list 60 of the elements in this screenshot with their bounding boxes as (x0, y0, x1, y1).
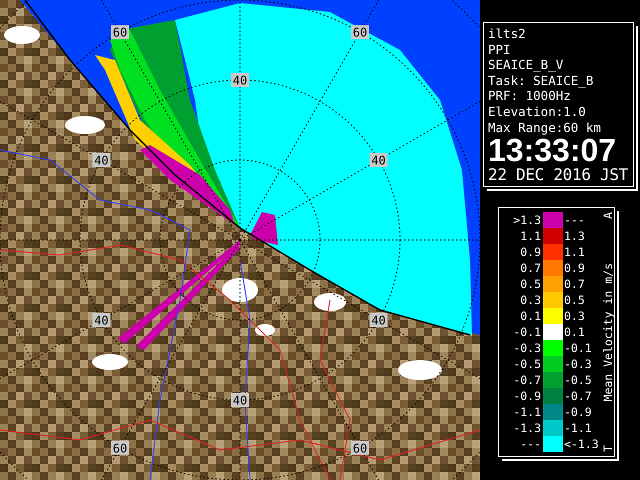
clutter-patch (314, 293, 346, 311)
clutter-patch (65, 116, 105, 134)
info-line: Max Range:60 km (488, 120, 602, 136)
legend-mark: T (602, 445, 615, 452)
range-label: 40 (370, 153, 388, 168)
legend-label: --- (563, 213, 586, 228)
info-line: ilts2 (488, 26, 527, 42)
clutter-patch (255, 324, 275, 336)
legend-label: -0.7 (512, 373, 542, 388)
legend-label: 0.9 (563, 261, 586, 276)
info-line: Elevation:1.0 (488, 104, 587, 120)
legend-label: -0.9 (563, 405, 593, 420)
legend-label: 0.5 (563, 293, 586, 308)
legend-label: <-1.3 (563, 437, 600, 452)
legend-label: >1.3 (512, 213, 542, 228)
legend-label: 0.1 (563, 325, 586, 340)
range-label: 60 (351, 440, 369, 456)
time-display: 13:33:07 (488, 135, 616, 166)
legend-label: 0.9 (519, 245, 542, 260)
legend-label: -1.3 (512, 421, 542, 436)
legend-label: -0.1 (512, 325, 542, 340)
clutter-patch (92, 354, 128, 370)
range-label: 40 (370, 313, 388, 328)
range-label: 40 (231, 73, 249, 88)
legend-label: 0.1 (519, 309, 542, 324)
legend-mark: A (602, 212, 615, 220)
legend-label: 0.3 (519, 293, 542, 308)
legend-label: 0.3 (563, 309, 586, 324)
range-label: 40 (92, 313, 110, 328)
info-line: SEAICE_B_V (488, 57, 564, 73)
clutter-patch (222, 278, 258, 302)
legend-label: -1.1 (563, 421, 593, 436)
range-label: 40 (231, 393, 249, 408)
date-display: 22 DEC 2016 JST (488, 165, 629, 186)
info-line: PRF: 1000Hz (488, 88, 572, 104)
legend-label: 0.7 (563, 277, 586, 292)
range-label: 60 (111, 25, 129, 40)
legend-label: 1.3 (563, 229, 586, 244)
legend-title: Mean Velocity in m/s (602, 262, 615, 402)
range-label: 60 (111, 440, 129, 456)
legend-label: 1.1 (519, 229, 542, 244)
clutter-patch (4, 26, 40, 44)
legend-label: --- (519, 437, 542, 452)
clutter-patch (398, 360, 442, 380)
legend-label: -0.5 (512, 357, 542, 372)
info-line: Task: SEAICE_B (488, 72, 594, 88)
legend-label: -0.5 (563, 373, 593, 388)
legend-label: -0.3 (512, 341, 542, 356)
legend-label: 0.7 (519, 261, 542, 276)
echo-blob (250, 212, 278, 245)
info-line: PPI (488, 42, 512, 58)
range-label: 60 (351, 25, 369, 40)
legend-label: -0.9 (512, 389, 542, 404)
legend-label: -0.1 (563, 341, 593, 356)
legend-label: 1.1 (563, 245, 586, 260)
legend-label: -0.3 (563, 357, 593, 372)
legend-label: 0.5 (519, 277, 542, 292)
range-label: 40 (92, 153, 110, 168)
legend-label: -0.7 (563, 389, 593, 404)
legend-label: -1.1 (512, 405, 542, 420)
